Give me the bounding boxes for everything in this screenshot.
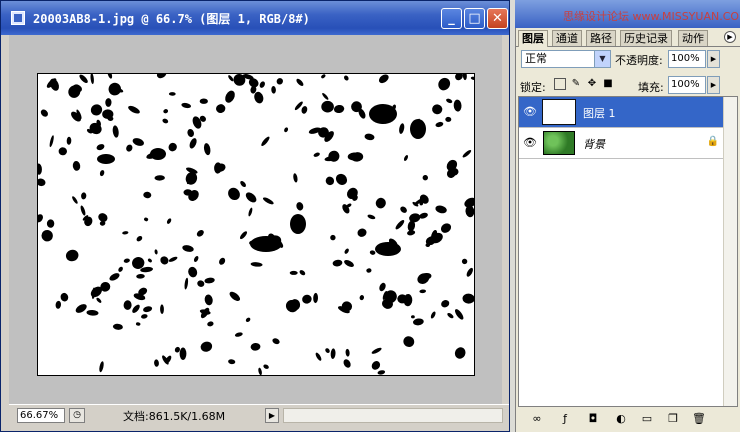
new-group-icon[interactable]: ▭ (640, 412, 654, 426)
fill-label: 填充: (638, 81, 664, 94)
watermark: 思缘设计论坛 www.MISSYUAN.COM (563, 10, 740, 23)
zoom-field[interactable]: 66.67% (17, 408, 65, 423)
tab-history[interactable]: 历史记录 (620, 30, 672, 46)
status-options-icon[interactable]: ◷ (69, 408, 85, 423)
blend-mode-select[interactable]: 正常 ▼ (521, 50, 611, 68)
fill-slider-arrow-icon[interactable]: ▶ (707, 76, 720, 94)
document-titlebar[interactable]: 20003AB8-1.jpg @ 66.7% (图层 1, RGB/8#) _ … (1, 1, 509, 35)
layer-row-background[interactable]: 👁 背景 🔒 (519, 128, 737, 159)
canvas-area[interactable] (9, 35, 502, 404)
lock-move-icon[interactable]: ✥ (586, 78, 598, 90)
layer-thumbnail (543, 131, 575, 155)
trash-icon[interactable]: 🗑 (692, 412, 706, 426)
layer-style-icon[interactable]: ƒ (558, 412, 572, 426)
chevron-down-icon[interactable]: ▼ (594, 51, 610, 67)
lock-transparent-icon[interactable] (554, 78, 566, 90)
panel-bottom-toolbar: ∞ ƒ ◘ ◐ ▭ ❐ 🗑 (516, 407, 740, 432)
fill-input[interactable]: 100% (668, 76, 706, 94)
eye-icon[interactable]: 👁 (521, 135, 539, 151)
document-title: 20003AB8-1.jpg @ 66.7% (图层 1, RGB/8#) (33, 12, 310, 26)
layers-panel: 图层 通道 路径 历史记录 动作 ▶ 正常 ▼ 不透明度: 100% ▶ 锁定:… (515, 28, 740, 432)
tab-paths[interactable]: 路径 (586, 30, 616, 46)
close-button[interactable]: ✕ (487, 8, 508, 29)
opacity-input[interactable]: 100% (668, 50, 706, 68)
layer-thumbnail (542, 99, 576, 125)
lock-label: 锁定: (520, 81, 546, 94)
tab-channels[interactable]: 通道 (552, 30, 582, 46)
adjustment-layer-icon[interactable]: ◐ (614, 412, 628, 426)
blend-mode-value: 正常 (525, 52, 547, 65)
panel-tabs: 图层 通道 路径 历史记录 动作 ▶ (516, 28, 740, 47)
opacity-slider-arrow-icon[interactable]: ▶ (707, 50, 720, 68)
tab-layers[interactable]: 图层 (518, 30, 548, 47)
eye-icon[interactable]: 👁 (521, 104, 539, 120)
layer-name: 背景 (583, 138, 605, 151)
minimize-button[interactable]: _ (441, 8, 462, 29)
document-window: 20003AB8-1.jpg @ 66.7% (图层 1, RGB/8#) _ … (0, 0, 510, 432)
status-menu-arrow-icon[interactable]: ▶ (265, 408, 279, 423)
layer-name: 图层 1 (583, 107, 616, 120)
opacity-label: 不透明度: (615, 54, 663, 67)
lock-brush-icon[interactable]: ✎ (570, 78, 582, 90)
new-layer-icon[interactable]: ❐ (666, 412, 680, 426)
image-canvas[interactable] (35, 69, 477, 376)
layers-list: 👁 图层 1 👁 背景 🔒 (518, 96, 738, 407)
horizontal-scrollbar[interactable] (283, 408, 503, 423)
lock-icon: 🔒 (706, 136, 719, 147)
layer-mask-icon[interactable]: ◘ (586, 412, 600, 426)
maximize-button[interactable]: □ (464, 8, 485, 29)
link-layers-icon[interactable]: ∞ (530, 412, 544, 426)
document-status-bar: 66.67% ◷ 文档:861.5K/1.68M ▶ (9, 404, 509, 425)
document-size-info: 文档:861.5K/1.68M (123, 410, 226, 423)
panel-menu-icon[interactable]: ▶ (724, 31, 736, 43)
photoshop-document-icon (11, 11, 25, 25)
layer-row-layer-1[interactable]: 👁 图层 1 (519, 97, 737, 128)
tab-actions[interactable]: 动作 (678, 30, 708, 46)
layers-scrollbar[interactable] (723, 97, 737, 406)
black-spots-texture (35, 69, 477, 376)
lock-all-icon[interactable]: ■ (602, 78, 614, 90)
